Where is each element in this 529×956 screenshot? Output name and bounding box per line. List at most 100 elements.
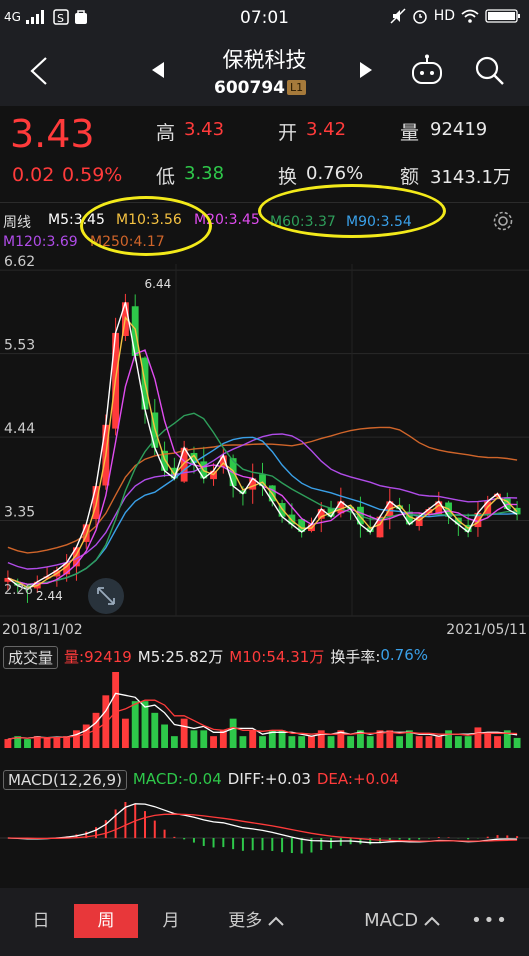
- more-options-icon[interactable]: •••: [462, 904, 518, 938]
- tab-month[interactable]: 月: [140, 904, 202, 938]
- volume-bar: [454, 736, 462, 748]
- price-change: 0.02: [12, 164, 55, 186]
- x-end-label: 2021/05/11: [446, 622, 527, 638]
- volume-bar: [141, 701, 149, 748]
- price-change-pct: 0.59%: [62, 164, 123, 186]
- ma10-line: [7, 315, 518, 589]
- wifi-icon: [461, 9, 479, 23]
- volume-bar: [63, 736, 71, 748]
- robot-assistant-icon[interactable]: [410, 54, 444, 86]
- amount-value: 3143.1万: [430, 167, 511, 188]
- macd-label: MACD:: [132, 770, 183, 788]
- volume-bar: [366, 736, 374, 748]
- settings-gear-icon[interactable]: [492, 210, 514, 232]
- volume-bar: [229, 718, 237, 748]
- chevron-up-icon: [424, 916, 440, 926]
- y-tick-label: 4.44: [4, 421, 35, 437]
- amount-label: 额: [400, 166, 420, 188]
- chevron-up-icon: [267, 916, 284, 926]
- high-label: 高: [156, 122, 176, 144]
- volume-bar: [190, 730, 198, 748]
- volume-bar: [53, 737, 61, 748]
- y-tick-label: 3.35: [4, 505, 35, 521]
- volume-bar: [464, 736, 472, 748]
- y-tick-label: 6.62: [4, 254, 35, 270]
- volume-bar: [102, 695, 110, 748]
- highlight-ring-ma250: [80, 196, 212, 256]
- indicator-label: MACD: [364, 910, 419, 931]
- high-marker-label: 6.44: [145, 277, 172, 291]
- dea-label: DEA:: [316, 770, 353, 788]
- volume-label: 量: [400, 122, 420, 144]
- low-label: 低: [156, 166, 176, 188]
- turnover-value: 0.76%: [306, 163, 364, 184]
- volume-bar: [494, 736, 501, 748]
- volume-bar: [288, 736, 296, 748]
- level-badge: L1: [287, 80, 307, 95]
- low-marker-label: 2.44: [36, 589, 63, 603]
- high-value: 3.43: [184, 119, 225, 140]
- volume-bar: [425, 736, 433, 748]
- volume-bar: [43, 737, 51, 748]
- volume-bar: [298, 736, 306, 748]
- status-bar: 4G S 07:01 HD: [0, 0, 529, 36]
- x-start-label: 2018/11/02: [2, 622, 83, 638]
- volume-bar: [259, 736, 266, 748]
- macd-chart: [0, 802, 529, 854]
- dea-value: +0.04: [352, 770, 399, 788]
- tab-more-label: 更多: [228, 911, 263, 931]
- next-stock-icon[interactable]: [358, 62, 372, 78]
- volume-bar: [151, 712, 159, 748]
- turnover-label: 换: [278, 166, 298, 188]
- volume-bar: [180, 718, 188, 748]
- volume-bar: [396, 736, 404, 748]
- volume-bar: [210, 736, 217, 748]
- low-value: 3.38: [184, 163, 225, 184]
- volume-bar: [112, 672, 120, 748]
- stock-code: 600794: [214, 78, 285, 98]
- volume-bar: [308, 736, 315, 748]
- volume-ma10: M10:54.31万: [229, 648, 325, 666]
- volume-panel[interactable]: 成交量 量:92419 M5:25.82万 M10:54.31万 换手率: 0.7…: [0, 642, 529, 754]
- volume-bar: [239, 736, 247, 748]
- tab-day[interactable]: 日: [10, 904, 72, 938]
- fullscreen-icon: [88, 578, 124, 614]
- tab-more[interactable]: 更多: [206, 904, 306, 938]
- turnover-rate-label: 换手率:: [330, 648, 381, 666]
- volume-ma5: M5:25.82万: [137, 648, 224, 666]
- open-value: 3.42: [306, 119, 347, 140]
- highlight-ring-ma60-ma90: [258, 184, 446, 238]
- turnover-rate-value: 0.76%: [380, 646, 429, 664]
- volume-bar: [219, 730, 227, 748]
- ma-legend[interactable]: 周线 M5:3.45 M10:3.56 M20:3.45 M60:3.37 M9…: [0, 184, 529, 256]
- candlestick-chart[interactable]: 6.62 5.53 4.44 3.35 6.44 2.442.26 2018/11/02 20…: [0, 254, 529, 638]
- ma60-line: [7, 412, 518, 586]
- volume-bars: [4, 672, 521, 748]
- volume-panel-label[interactable]: 成交量: [3, 646, 59, 669]
- mute-icon: [390, 8, 406, 24]
- stock-name: 保税科技: [222, 48, 307, 72]
- diff-value: +0.03: [264, 770, 311, 788]
- hd-label: HD: [433, 8, 455, 24]
- tab-week[interactable]: 周: [74, 904, 138, 938]
- stock-header: 保税科技 600794 L1: [0, 36, 529, 106]
- volume-bar: [249, 730, 257, 748]
- volume-bar: [474, 727, 482, 748]
- volume-bar: [161, 724, 169, 748]
- bottom-tab-bar: 日 周 月 更多 MACD •••: [0, 888, 529, 956]
- volume-value: 92419: [430, 119, 488, 140]
- volume-bar: [347, 736, 355, 748]
- volume-bar: [200, 730, 208, 748]
- macd-panel[interactable]: MACD(12,26,9) MACD: -0.04 DIFF: +0.03 DEA:…: [0, 766, 529, 878]
- alarm-icon: [412, 10, 427, 24]
- volume-current: 量:92419: [64, 648, 132, 666]
- volume-bar: [327, 736, 335, 748]
- search-icon[interactable]: [474, 55, 506, 87]
- volume-bar: [121, 718, 129, 748]
- indicator-selector[interactable]: MACD: [352, 904, 452, 938]
- volume-bar: [415, 736, 423, 748]
- macd-panel-label[interactable]: MACD(12,26,9): [3, 770, 127, 790]
- period-label: 周线: [3, 215, 31, 231]
- battery-icon: [485, 9, 520, 23]
- volume-bar: [445, 730, 452, 748]
